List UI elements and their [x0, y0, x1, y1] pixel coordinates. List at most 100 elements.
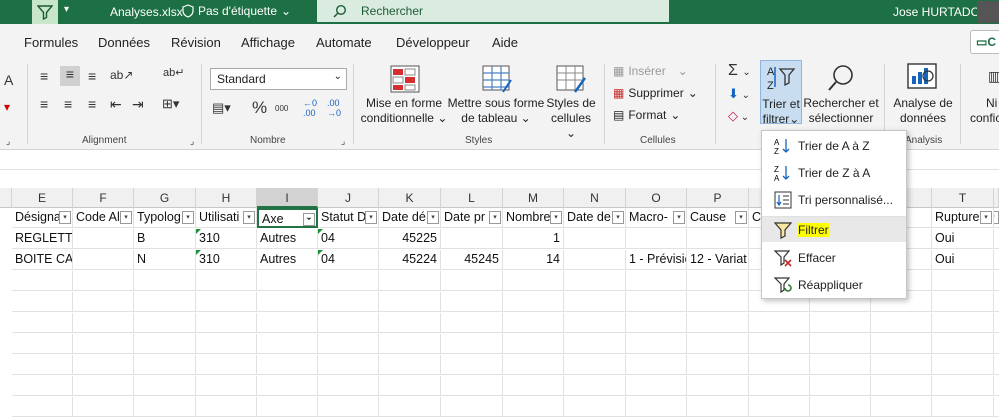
- empty-cell[interactable]: [564, 376, 626, 396]
- empty-cell[interactable]: [12, 376, 73, 396]
- empty-cell[interactable]: [932, 292, 994, 312]
- empty-cell[interactable]: [73, 313, 134, 333]
- empty-cell[interactable]: [73, 292, 134, 312]
- filter-dropdown-icon[interactable]: ▾: [735, 211, 747, 224]
- empty-cell[interactable]: [196, 271, 257, 291]
- empty-cell[interactable]: [994, 313, 999, 333]
- empty-cell[interactable]: [810, 334, 871, 354]
- empty-cell[interactable]: [932, 397, 994, 417]
- filter-dropdown-icon[interactable]: ▾: [427, 211, 439, 224]
- column-header[interactable]: L: [441, 188, 503, 208]
- table-header-cell[interactable]: Date de ▾: [564, 208, 626, 228]
- empty-cell[interactable]: [564, 355, 626, 375]
- clear-icon[interactable]: ◇ ⌄: [728, 108, 749, 124]
- empty-cell[interactable]: [503, 271, 564, 291]
- empty-cell[interactable]: [196, 334, 257, 354]
- table-cell[interactable]: BOITE CAD: [12, 250, 73, 270]
- empty-cell[interactable]: [257, 271, 318, 291]
- dialog-launcher-icon[interactable]: ⌟: [341, 136, 345, 147]
- filter-dropdown-icon[interactable]: ▾: [980, 211, 992, 224]
- align-left-icon[interactable]: ≡: [40, 96, 48, 112]
- table-cell[interactable]: B: [134, 229, 196, 249]
- empty-cell[interactable]: [687, 313, 749, 333]
- orientation-icon[interactable]: ab↗: [110, 68, 133, 82]
- table-cell[interactable]: 45224: [379, 250, 441, 270]
- column-header[interactable]: O: [626, 188, 687, 208]
- empty-cell[interactable]: [196, 292, 257, 312]
- table-header-cell[interactable]: S▾: [994, 208, 999, 228]
- empty-cell[interactable]: [134, 355, 196, 375]
- empty-cell[interactable]: [379, 271, 441, 291]
- share-button[interactable]: ▭C: [970, 30, 999, 54]
- empty-cell[interactable]: [994, 292, 999, 312]
- empty-cell[interactable]: [749, 397, 810, 417]
- empty-cell[interactable]: [687, 334, 749, 354]
- empty-cell[interactable]: [503, 376, 564, 396]
- empty-cell[interactable]: [994, 397, 999, 417]
- filter-dropdown-icon[interactable]: ▾: [612, 211, 624, 224]
- table-header-cell[interactable]: Macro- ▾: [626, 208, 687, 228]
- font-color-icon[interactable]: ▾: [4, 100, 10, 114]
- empty-cell[interactable]: [687, 376, 749, 396]
- empty-cell[interactable]: [871, 313, 932, 333]
- empty-cell[interactable]: [134, 376, 196, 396]
- empty-cell[interactable]: [687, 271, 749, 291]
- table-cell[interactable]: 14: [503, 250, 564, 270]
- reapply-item[interactable]: Réappliquer: [762, 272, 906, 298]
- decrease-indent-icon[interactable]: ⇤: [110, 96, 122, 113]
- empty-cell[interactable]: [73, 334, 134, 354]
- sensitivity-label[interactable]: Pas d'étiquette ⌄: [182, 4, 291, 18]
- insert-button[interactable]: ▦ Insérer ⌄: [613, 64, 688, 78]
- table-cell[interactable]: 1: [503, 229, 564, 249]
- empty-cell[interactable]: [379, 292, 441, 312]
- empty-cell[interactable]: [503, 334, 564, 354]
- empty-cell[interactable]: [503, 292, 564, 312]
- align-top-icon[interactable]: ≡: [40, 68, 48, 84]
- empty-cell[interactable]: [196, 313, 257, 333]
- empty-cell[interactable]: [379, 355, 441, 375]
- conditional-formatting-button[interactable]: Mise en forme conditionnelle ⌄: [358, 96, 450, 126]
- empty-cell[interactable]: [994, 271, 999, 291]
- empty-cell[interactable]: [318, 376, 379, 396]
- table-cell[interactable]: REGLETTE: [12, 229, 73, 249]
- column-header[interactable]: K: [379, 188, 441, 208]
- chevron-down-icon[interactable]: ▾: [64, 4, 69, 15]
- empty-cell[interactable]: [626, 355, 687, 375]
- table-header-cell[interactable]: Code Al ▾: [73, 208, 134, 228]
- empty-cell[interactable]: [379, 313, 441, 333]
- empty-cell[interactable]: [134, 313, 196, 333]
- table-cell[interactable]: 310: [196, 229, 257, 249]
- thousands-separator-icon[interactable]: 000: [275, 104, 288, 113]
- merge-center-icon[interactable]: ⊞▾: [162, 96, 179, 112]
- empty-cell[interactable]: [932, 313, 994, 333]
- empty-cell[interactable]: [73, 355, 134, 375]
- empty-cell[interactable]: [871, 355, 932, 375]
- table-header-cell[interactable]: Cause ▾: [687, 208, 749, 228]
- empty-cell[interactable]: [441, 334, 503, 354]
- align-middle-icon[interactable]: ≡: [60, 66, 80, 86]
- column-header[interactable]: G: [134, 188, 196, 208]
- filter-dropdown-icon[interactable]: ▾: [365, 211, 377, 224]
- empty-cell[interactable]: [257, 376, 318, 396]
- filter-dropdown-icon[interactable]: ▾: [243, 211, 255, 224]
- table-cell[interactable]: [73, 229, 134, 249]
- filter-dropdown-icon[interactable]: ▾: [673, 211, 685, 224]
- empty-cell[interactable]: [626, 313, 687, 333]
- sort-az-item[interactable]: AZ Trier de A à Z: [762, 133, 906, 159]
- table-cell[interactable]: 310: [196, 250, 257, 270]
- empty-cell[interactable]: [379, 397, 441, 417]
- table-header-cell[interactable]: Statut D ▾: [318, 208, 379, 228]
- empty-cell[interactable]: [626, 376, 687, 396]
- empty-cell[interactable]: [441, 313, 503, 333]
- table-cell[interactable]: [441, 229, 503, 249]
- empty-cell[interactable]: [749, 355, 810, 375]
- empty-cell[interactable]: [73, 397, 134, 417]
- empty-cell[interactable]: [626, 292, 687, 312]
- empty-cell[interactable]: [564, 292, 626, 312]
- empty-cell[interactable]: [871, 397, 932, 417]
- table-cell[interactable]: 04: [318, 229, 379, 249]
- align-right-icon[interactable]: ≡: [88, 96, 96, 112]
- column-header[interactable]: H: [196, 188, 257, 208]
- table-cell[interactable]: Oui: [932, 250, 994, 270]
- empty-cell[interactable]: [994, 355, 999, 375]
